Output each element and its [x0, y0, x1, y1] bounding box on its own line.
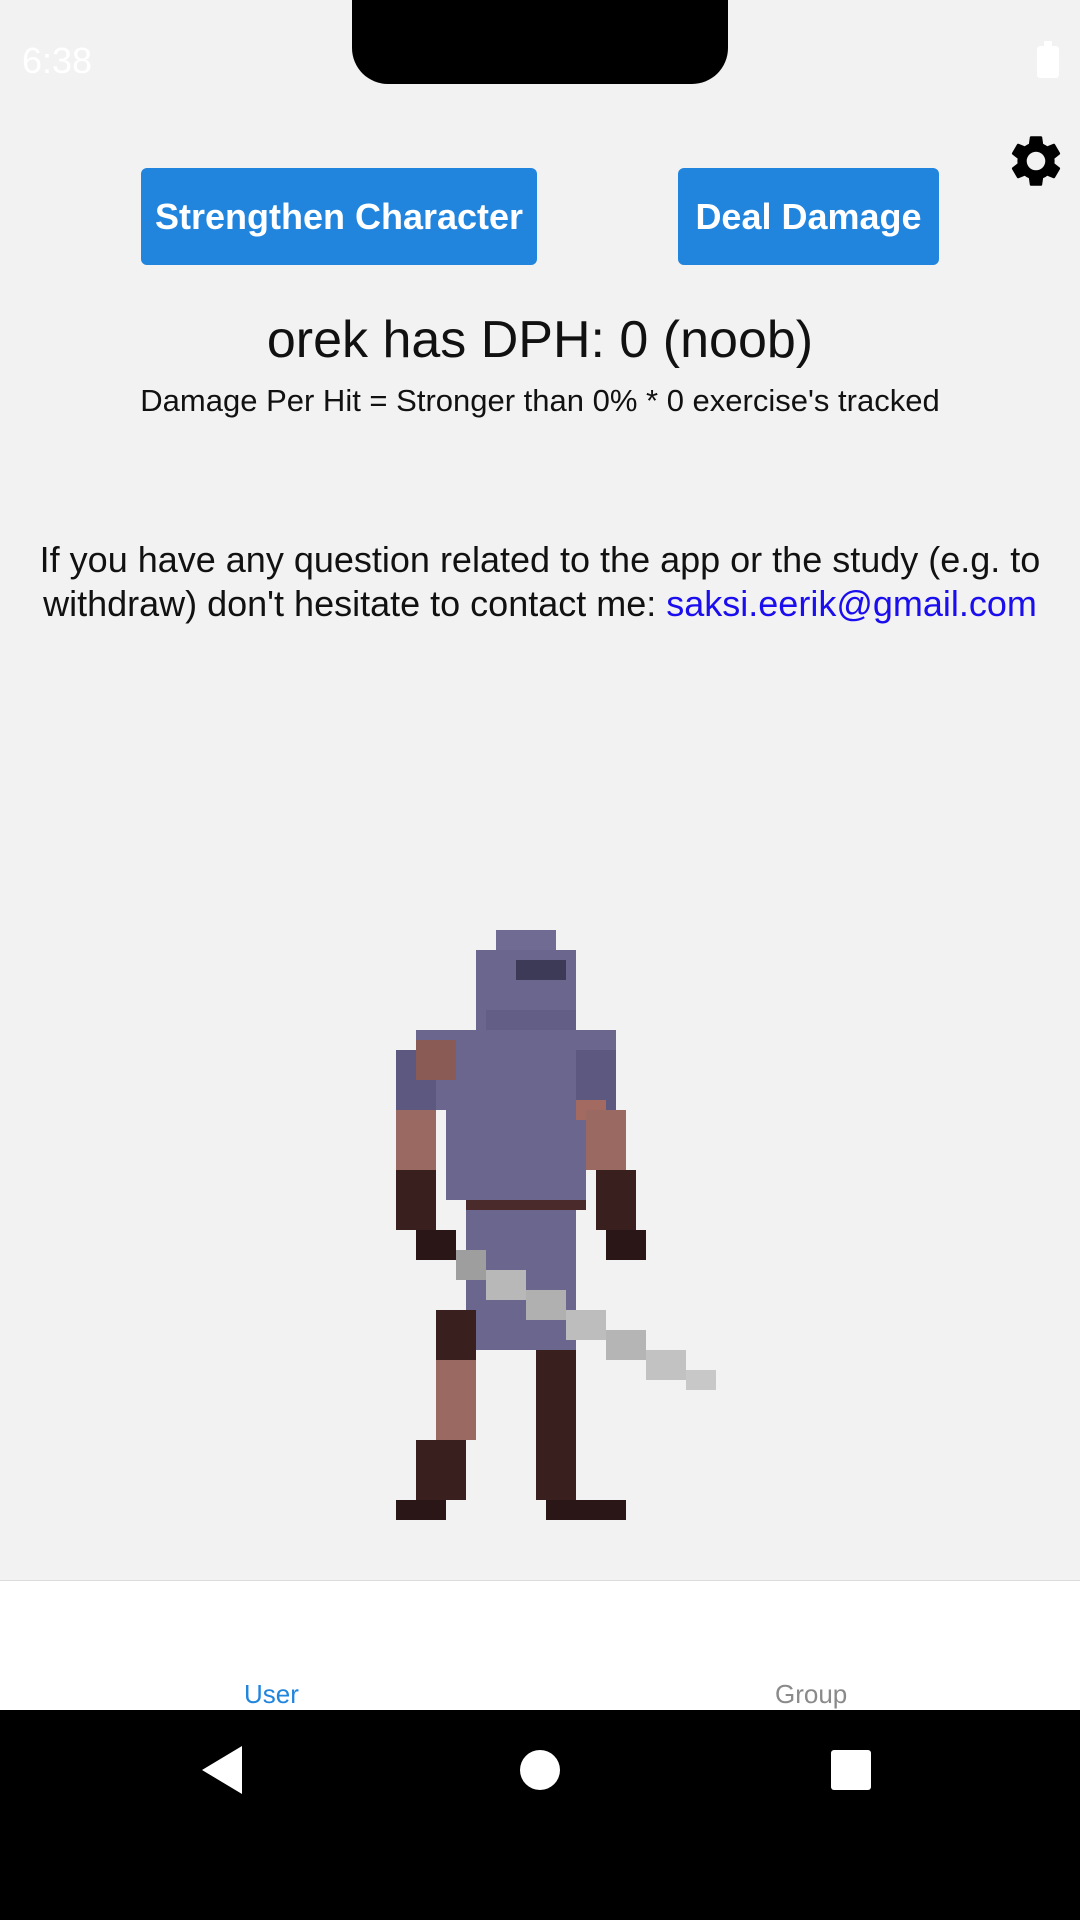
battery-icon: [1037, 41, 1059, 78]
status-time: 6:38: [22, 40, 93, 81]
character-sprite: [396, 930, 716, 1520]
bottom-tab-bar: User Group: [0, 1580, 1080, 1711]
tab-group[interactable]: Group: [775, 1679, 847, 1710]
dph-formula: Damage Per Hit = Stronger than 0% * 0 ex…: [140, 383, 940, 418]
system-nav-bar: [0, 1710, 1080, 1920]
camera-notch: [352, 0, 728, 84]
home-circle-icon[interactable]: [520, 1750, 560, 1790]
dph-title: orek has DPH: 0 (noob): [266, 311, 814, 369]
tab-user[interactable]: User: [244, 1679, 299, 1710]
back-triangle-icon[interactable]: [202, 1746, 242, 1794]
recents-square-icon[interactable]: [831, 1750, 871, 1790]
deal-damage-button[interactable]: Deal Damage: [678, 168, 939, 265]
gear-icon[interactable]: [1005, 130, 1067, 192]
contact-text: If you have any question related to the …: [20, 538, 1060, 626]
app-screen: 6:38 Strengthen Character Deal Damage or…: [0, 0, 1080, 1920]
contact-email-link[interactable]: saksi.eerik@gmail.com: [666, 583, 1037, 624]
strengthen-character-button[interactable]: Strengthen Character: [141, 168, 537, 265]
